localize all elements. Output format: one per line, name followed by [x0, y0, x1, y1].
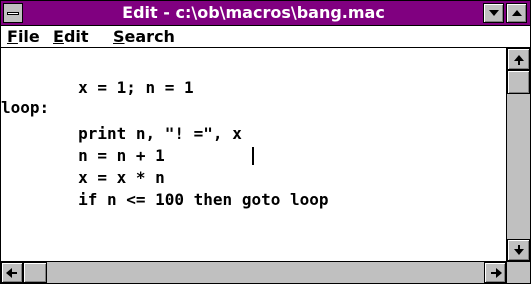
text-editor-area[interactable]: x = 1; n = 1 loop: print n, "! =", x n =…	[1, 48, 506, 261]
system-menu-icon	[7, 12, 19, 15]
scroll-down-button[interactable]	[507, 239, 530, 261]
horizontal-scroll-thumb[interactable]	[23, 262, 47, 283]
menu-edit-mnemonic: E	[53, 27, 64, 46]
scrollbar-corner	[506, 261, 530, 283]
menu-bar: File Edit Search	[1, 26, 530, 48]
menu-edit-label: dit	[63, 27, 89, 46]
window-title: Edit - c:\ob\macros\bang.mac	[122, 3, 385, 22]
scroll-up-button[interactable]	[507, 48, 530, 70]
arrow-left-icon-stem	[12, 272, 17, 274]
system-menu-button[interactable]	[3, 3, 23, 23]
scroll-right-button[interactable]	[484, 262, 506, 283]
arrow-down-icon	[514, 249, 524, 255]
vertical-scrollbar[interactable]	[506, 48, 530, 261]
title-bar[interactable]: Edit - c:\ob\macros\bang.mac	[1, 1, 530, 26]
menu-file[interactable]: File	[7, 26, 40, 47]
minimize-triangle-icon	[489, 10, 499, 16]
scroll-left-button[interactable]	[1, 262, 23, 283]
code-line: if n <= 100 then goto loop	[1, 190, 329, 209]
code-line: loop:	[1, 98, 50, 117]
vertical-scroll-thumb[interactable]	[507, 70, 530, 94]
menu-search[interactable]: Search	[113, 26, 175, 47]
text-caret	[252, 147, 254, 165]
menu-search-mnemonic: S	[113, 27, 125, 46]
code-line: x = x * n	[1, 168, 165, 187]
maximize-triangle-icon	[512, 10, 522, 16]
menu-file-mnemonic: F	[7, 27, 18, 46]
code-line: print n, "! =", x	[1, 124, 242, 143]
code-line: n = n + 1	[1, 146, 165, 165]
editor-window: Edit - c:\ob\macros\bang.mac File Edit S…	[0, 0, 531, 284]
menu-file-label: ile	[17, 27, 40, 46]
horizontal-scrollbar[interactable]	[1, 261, 506, 283]
minimize-button[interactable]	[483, 3, 504, 23]
code-line: x = 1; n = 1	[1, 78, 194, 97]
arrow-up-icon-stem	[518, 61, 520, 65]
menu-edit[interactable]: Edit	[53, 26, 89, 47]
menu-search-label: earch	[124, 27, 175, 46]
maximize-button[interactable]	[506, 3, 527, 23]
arrow-right-icon	[496, 268, 502, 278]
